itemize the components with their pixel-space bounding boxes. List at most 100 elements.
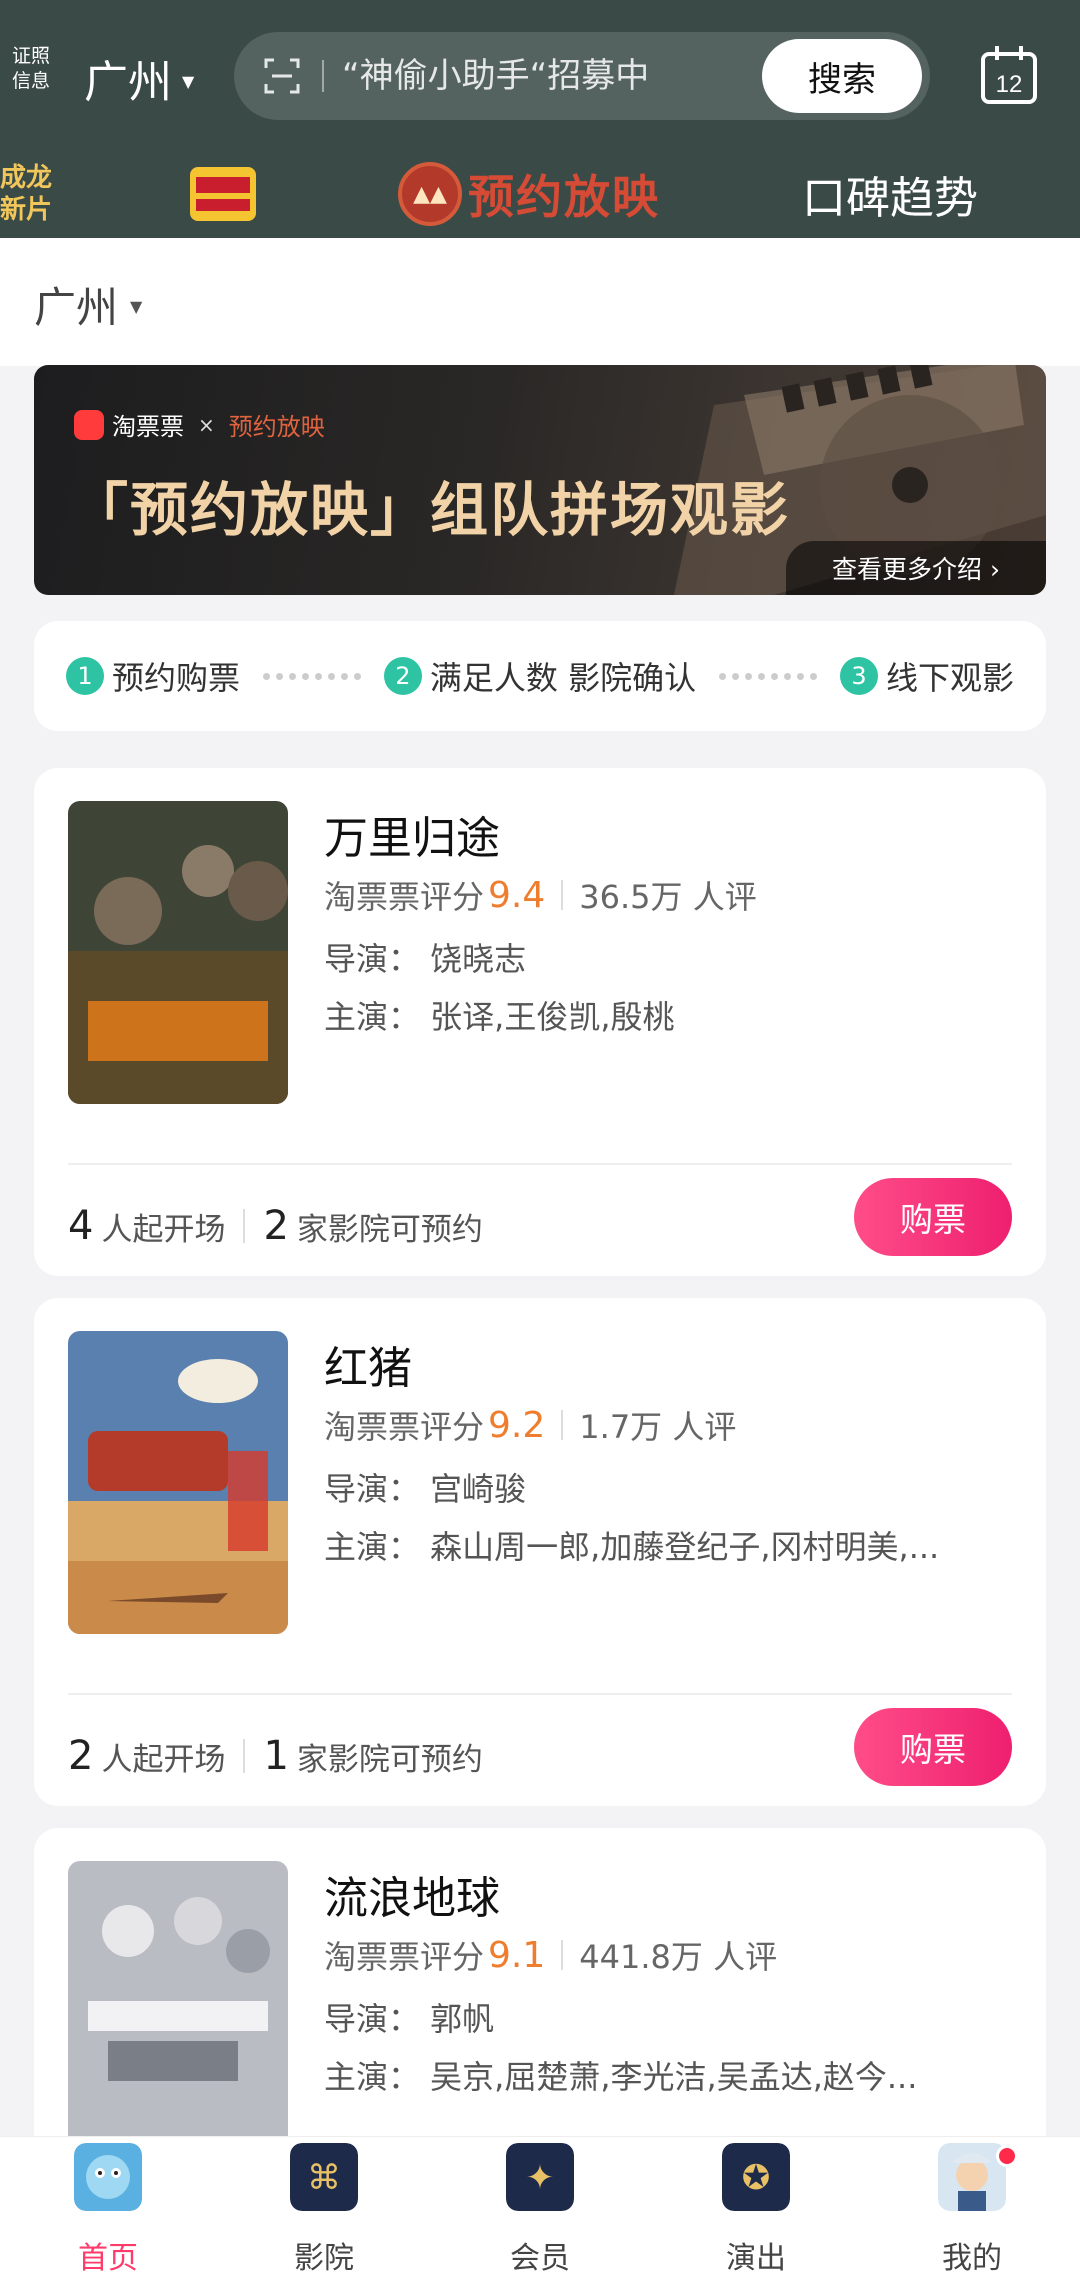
search-input[interactable]: “神偷小助手“招募中 [342, 52, 649, 100]
tab-home[interactable]: 首页 [0, 2137, 216, 2286]
review-count: 441.8万 人评 [579, 1938, 778, 1976]
shows-icon: ✪ [722, 2143, 790, 2211]
tab-label: 演出 [726, 2241, 786, 2276]
min-people-text: 人起开场 [101, 1211, 226, 1248]
director: 导演： 郭帆 [324, 2000, 495, 2038]
separator [561, 1940, 564, 1970]
buy-ticket-button[interactable]: 购票 [854, 1708, 1012, 1786]
banner-brand-row: 淘票票 × 预约放映 [74, 407, 325, 442]
step-number: 1 [66, 657, 104, 695]
header: 证照信息 广州 ▼ “神偷小助手“招募中 搜索 12 成龙新片 ▲▲ 预约放映 … [0, 0, 1080, 238]
cert-info-link[interactable]: 证照信息 [6, 44, 56, 94]
rating-row: 淘票票评分 9.4 36.5万 人评 [324, 872, 757, 918]
city-selector[interactable]: 广州 ▼ [84, 46, 194, 110]
rating-label: 淘票票评分 [324, 1938, 485, 1976]
movie-title[interactable]: 万里归途 [324, 802, 500, 866]
tab-mine[interactable]: 我的 [864, 2137, 1080, 2286]
cast: 主演： 吴京,屈楚萧,李光洁,吴孟达,赵今... [324, 2058, 918, 2096]
min-people-count: 2 [68, 1733, 94, 1779]
minions-logo-icon [190, 167, 256, 221]
banner-headline: 「预约放映」组队拼场观影 [70, 476, 791, 544]
review-count: 36.5万 人评 [579, 878, 757, 916]
step-number: 3 [839, 657, 878, 695]
movie-card[interactable]: 万里归途 淘票票评分 9.4 36.5万 人评 导演： 饶晓志 主演： 张译,王… [34, 768, 1046, 1276]
city-filter-label: 广州 [34, 283, 119, 332]
step-3: 3 线下观影 [839, 653, 1014, 699]
notification-dot [996, 2145, 1018, 2167]
calendar-day: 12 [996, 71, 1023, 98]
card-divider [68, 1693, 1012, 1695]
separator [561, 1410, 564, 1440]
rating-score: 9.2 [488, 1404, 546, 1446]
buy-ticket-button[interactable]: 购票 [854, 1178, 1012, 1256]
reserved-screening-brand: 预约放映 [228, 413, 325, 441]
tab-shows[interactable]: ✪ 演出 [648, 2137, 864, 2286]
director: 导演： 宫崎骏 [324, 1470, 527, 1508]
review-count: 1.7万 人评 [579, 1408, 737, 1446]
step-1: 1 预约购票 [66, 653, 240, 699]
movie-title[interactable]: 红猪 [324, 1332, 412, 1396]
cinema-count-text: 家影院可预约 [296, 1211, 483, 1248]
step-connector [696, 672, 840, 680]
search-bar[interactable]: “神偷小助手“招募中 搜索 [234, 32, 930, 120]
separator [243, 1209, 246, 1243]
screening-info: 4 人起开场 2 家影院可预约 [68, 1188, 483, 1264]
cinema-count: 1 [263, 1733, 289, 1779]
rating-row: 淘票票评分 9.2 1.7万 人评 [324, 1402, 736, 1448]
member-icon: ✦ [506, 2143, 574, 2211]
movie-card[interactable]: 红猪 淘票票评分 9.2 1.7万 人评 导演： 宫崎骏 主演： 森山周一郎,加… [34, 1298, 1046, 1806]
movie-poster[interactable] [68, 1861, 288, 2164]
cast: 主演： 张译,王俊凯,殷桃 [324, 998, 675, 1036]
nav-word-of-mouth[interactable]: 口碑趋势 [802, 150, 978, 238]
city-filter[interactable]: 广州 ▼ [34, 274, 142, 335]
taopiaopiao-logo-icon [74, 409, 104, 440]
movie-poster[interactable] [68, 1331, 288, 1634]
step-number: 2 [383, 657, 422, 695]
svg-text:✦: ✦ [526, 2158, 555, 2198]
caret-down-icon: ▼ [130, 297, 143, 316]
nav-minions-logo[interactable] [188, 150, 258, 238]
reserved-screening-label: 预约放映 [468, 170, 660, 224]
movie-poster[interactable] [68, 801, 288, 1104]
tab-cinema[interactable]: ⌘ 影院 [216, 2137, 432, 2286]
bottom-tab-bar: 首页 ⌘ 影院 ✦ 会员 ✪ 演出 我的 [0, 2136, 1080, 2286]
separator [561, 880, 564, 910]
top-bar: 证照信息 广州 ▼ “神偷小助手“招募中 搜索 12 [0, 0, 1080, 150]
promo-banner[interactable]: 淘票票 × 预约放映 「预约放映」组队拼场观影 查看更多介绍 › [34, 365, 1046, 595]
min-people-text: 人起开场 [101, 1741, 226, 1778]
cinema-count: 2 [263, 1203, 289, 1249]
tab-label: 影院 [294, 2241, 354, 2276]
booking-steps: 1 预约购票 2 满足人数 影院确认 3 线下观影 [34, 621, 1046, 731]
separator [243, 1739, 246, 1773]
nav-jackie-chan[interactable]: 成龙新片 [0, 150, 60, 238]
director: 导演： 饶晓志 [324, 940, 527, 978]
taopiaopiao-brand: 淘票票 [74, 407, 184, 442]
step-label: 满足人数 影院确认 [429, 659, 697, 697]
tab-label: 我的 [942, 2241, 1002, 2276]
banner-more-button[interactable]: 查看更多介绍 › [786, 541, 1046, 595]
reserved-screening-logo-icon: ▲▲ [398, 162, 462, 226]
home-mascot-icon [74, 2143, 142, 2211]
tab-member[interactable]: ✦ 会员 [432, 2137, 648, 2286]
taopiaopiao-brand-label: 淘票票 [112, 413, 184, 441]
card-divider [68, 1163, 1012, 1165]
step-label: 预约购票 [112, 659, 241, 697]
tab-label: 首页 [78, 2241, 138, 2276]
step-connector [240, 672, 384, 680]
rating-label: 淘票票评分 [324, 878, 485, 916]
svg-text:✪: ✪ [742, 2158, 771, 2198]
cinema-icon: ⌘ [290, 2143, 358, 2211]
cinema-count-text: 家影院可预约 [296, 1741, 483, 1778]
cast: 主演： 森山周一郎,加藤登纪子,冈村明美,... [324, 1528, 940, 1566]
scan-icon[interactable] [264, 58, 300, 94]
rating-label: 淘票票评分 [324, 1408, 485, 1446]
search-divider [322, 60, 324, 92]
movie-title[interactable]: 流浪地球 [324, 1862, 500, 1926]
svg-text:⌘: ⌘ [307, 2158, 341, 2198]
nav-reserved-screening[interactable]: ▲▲ 预约放映 [398, 150, 660, 238]
search-button[interactable]: 搜索 [762, 39, 922, 113]
city-label: 广州 [84, 57, 172, 108]
category-strip: 成龙新片 ▲▲ 预约放映 口碑趋势 [0, 150, 1080, 238]
rating-row: 淘票票评分 9.1 441.8万 人评 [324, 1932, 777, 1978]
calendar-icon[interactable]: 12 [980, 44, 1038, 106]
